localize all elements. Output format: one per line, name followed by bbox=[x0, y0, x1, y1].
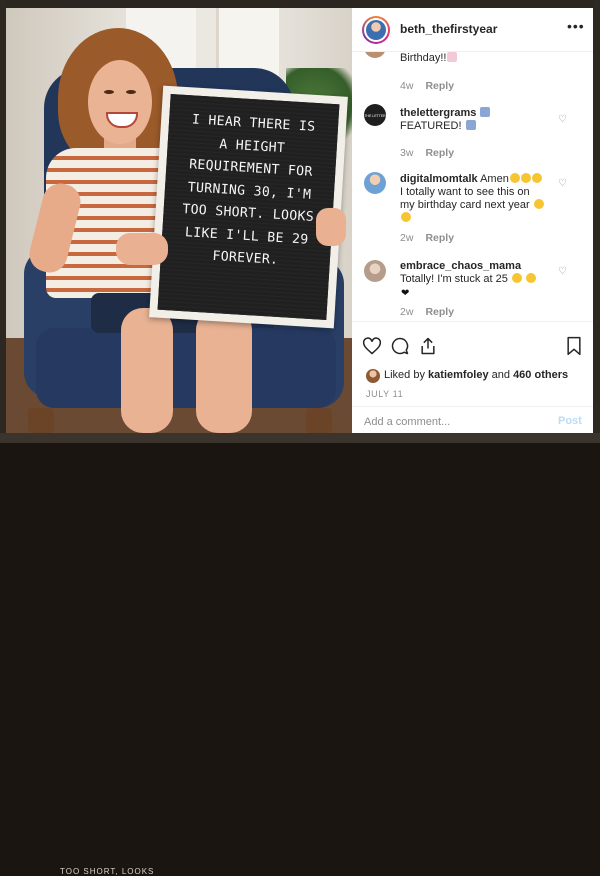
backdrop-partial-text: TOO SHORT, LOOKS bbox=[60, 867, 155, 876]
person-eye-right bbox=[126, 90, 136, 94]
likes-summary: Liked by katiemfoley and 460 others bbox=[384, 369, 568, 381]
comment-text-span: Totally! I'm stuck at 25 bbox=[400, 273, 508, 285]
chair-seat bbox=[36, 328, 336, 408]
commenter-username[interactable]: embrace_chaos_mama bbox=[400, 260, 521, 272]
page-backdrop-top bbox=[0, 0, 600, 8]
author-avatar-image bbox=[366, 20, 386, 40]
comment-text: digitalmomtalk Amen I totally want to se… bbox=[400, 173, 575, 225]
comment-age: 3w bbox=[400, 147, 414, 159]
share-icon[interactable] bbox=[418, 336, 438, 356]
comment-text: embrace_chaos_mama Totally! I'm stuck at… bbox=[400, 260, 575, 300]
heart-icon[interactable] bbox=[362, 336, 382, 356]
post-comment-button[interactable]: Post bbox=[558, 415, 582, 427]
heart-outline-icon[interactable]: ♡ bbox=[558, 178, 567, 189]
raised-hands-emoji-icon bbox=[520, 173, 531, 183]
post-side-panel: beth_thefirstyear ••• Birthday!! 4w Reply… bbox=[352, 8, 593, 433]
comment-text-span: my birthday card next year bbox=[400, 199, 530, 211]
grin-emoji-icon bbox=[511, 273, 522, 283]
ellipsis-icon[interactable]: ••• bbox=[567, 18, 585, 34]
lettergrams-logo-icon: THE LETTER bbox=[364, 114, 386, 118]
comment-age: 2w bbox=[400, 232, 414, 244]
comment-meta: 3w Reply bbox=[400, 147, 454, 159]
letter-board: I HEAR THERE IS A HEIGHT REQUIREMENT FOR… bbox=[149, 85, 348, 329]
post-photo[interactable]: I HEAR THERE IS A HEIGHT REQUIREMENT FOR… bbox=[6, 8, 352, 433]
page-backdrop-right bbox=[593, 0, 600, 443]
cake-emoji-icon bbox=[447, 52, 458, 62]
chair-leg-right bbox=[306, 408, 332, 433]
comment-text: thelettergrams FEATURED! bbox=[400, 107, 575, 133]
comment-text: Birthday!! bbox=[400, 52, 458, 64]
comment-icon[interactable] bbox=[390, 336, 410, 356]
comments-list[interactable]: Birthday!! 4w Reply THE LETTER theletterg… bbox=[352, 52, 593, 321]
grin-emoji-icon bbox=[526, 273, 536, 283]
commenter-username[interactable]: digitalmomtalk bbox=[400, 173, 478, 185]
black-heart-emoji-icon: ❤ bbox=[401, 288, 410, 299]
person-hand-left bbox=[116, 233, 168, 265]
likes-prefix: Liked by bbox=[384, 369, 425, 381]
sparkle-box-emoji-icon bbox=[465, 120, 476, 130]
heart-outline-icon[interactable]: ♡ bbox=[558, 114, 567, 125]
liker-username[interactable]: katiemfoley bbox=[428, 369, 489, 381]
liker-avatar[interactable] bbox=[366, 369, 380, 383]
letter-board-text: I HEAR THERE IS A HEIGHT REQUIREMENT FOR… bbox=[160, 108, 338, 276]
reply-button[interactable]: Reply bbox=[425, 80, 454, 92]
bookmark-icon[interactable] bbox=[564, 336, 584, 356]
comment-text-span: Birthday!! bbox=[400, 52, 447, 64]
post-date[interactable]: JULY 11 bbox=[366, 389, 403, 399]
person-face bbox=[88, 60, 152, 144]
post-actions: Liked by katiemfoley and 460 others JULY… bbox=[352, 321, 593, 434]
post-header: beth_thefirstyear ••• bbox=[352, 8, 593, 52]
reply-button[interactable]: Reply bbox=[425, 306, 454, 318]
sparkle-box-emoji-icon bbox=[480, 107, 491, 117]
comment-text-span: FEATURED! bbox=[400, 120, 462, 132]
heart-outline-icon[interactable]: ♡ bbox=[558, 266, 567, 277]
author-avatar-inner bbox=[364, 18, 388, 42]
author-username[interactable]: beth_thefirstyear bbox=[400, 22, 497, 36]
author-avatar[interactable] bbox=[362, 16, 390, 44]
comment-text-span: Amen bbox=[480, 173, 509, 185]
commenter-avatar[interactable] bbox=[364, 260, 386, 282]
likes-count[interactable]: 460 others bbox=[513, 369, 568, 381]
add-comment-bar: Post bbox=[352, 406, 593, 435]
comment-age: 2w bbox=[400, 306, 414, 318]
likes-conjunction: and bbox=[491, 369, 510, 381]
commenter-username[interactable]: thelettergrams bbox=[400, 107, 476, 119]
reply-button[interactable]: Reply bbox=[425, 147, 454, 159]
laughing-emoji-icon bbox=[533, 199, 544, 209]
chair-leg-left bbox=[28, 408, 54, 433]
commenter-avatar[interactable] bbox=[364, 172, 386, 194]
comment-text-span: I totally want to see this on bbox=[400, 186, 530, 198]
comment-meta: 2w Reply bbox=[400, 232, 454, 244]
laughing-emoji-icon bbox=[401, 212, 411, 222]
raised-hands-emoji-icon bbox=[509, 173, 520, 183]
reply-button[interactable]: Reply bbox=[425, 232, 454, 244]
comment-age: 4w bbox=[400, 80, 414, 92]
person-leg-right bbox=[196, 308, 252, 433]
person-leg-left bbox=[121, 308, 173, 433]
commenter-avatar[interactable]: THE LETTER bbox=[364, 104, 386, 126]
comment-input[interactable] bbox=[362, 413, 546, 431]
person-eye-left bbox=[104, 90, 114, 94]
person-hand-right bbox=[316, 208, 346, 246]
letter-board-felt: I HEAR THERE IS A HEIGHT REQUIREMENT FOR… bbox=[157, 94, 340, 320]
comment-meta: 2w Reply bbox=[400, 306, 454, 318]
commenter-avatar[interactable] bbox=[364, 52, 386, 58]
svg-text:THE LETTER: THE LETTER bbox=[364, 114, 386, 118]
raised-hands-emoji-icon bbox=[531, 173, 542, 183]
comment-meta: 4w Reply bbox=[400, 80, 454, 92]
